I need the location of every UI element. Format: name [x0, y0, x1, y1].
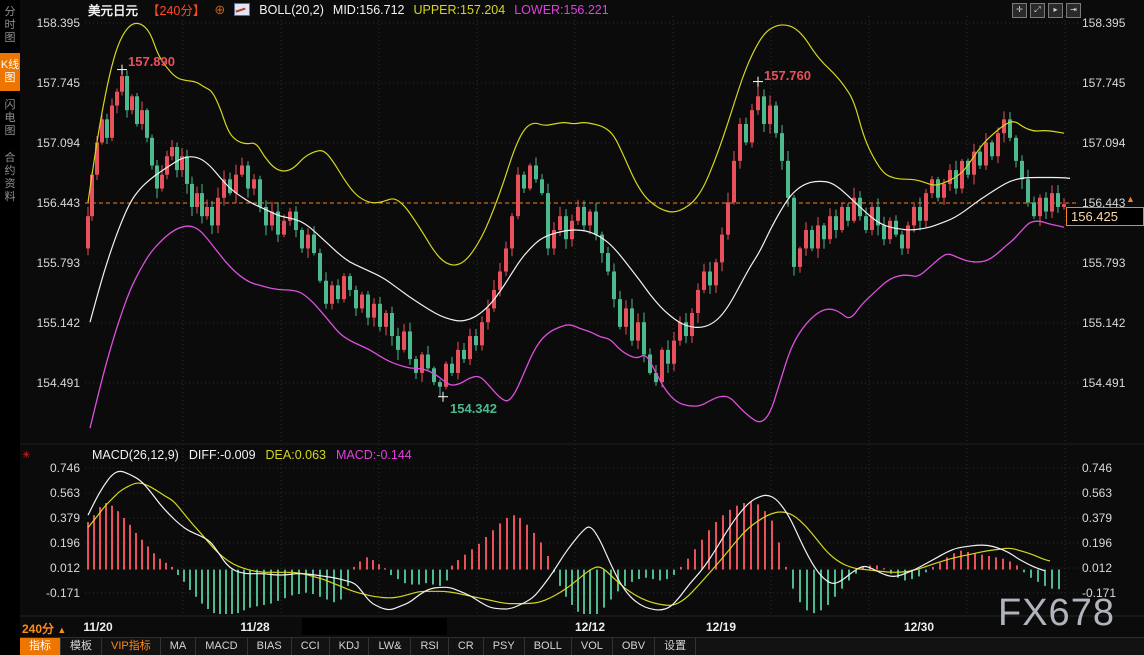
toolbar-button[interactable]: CCI: [292, 638, 330, 655]
macd-y-axis-label-right: 0.379: [1082, 511, 1112, 525]
x-axis-date-label: 12/19: [701, 620, 741, 634]
main-y-axis-label-left: 155.142: [26, 316, 80, 330]
toolbar-button[interactable]: RSI: [411, 638, 448, 655]
auto-shift-icon[interactable]: ▸: [1048, 3, 1063, 18]
bottom-toolbar: 指标模板VIP指标MAMACDBIASCCIKDJLW&RSICRPSYBOLL…: [20, 637, 1144, 655]
boll-upper-value: UPPER:157.204: [413, 3, 505, 17]
macd-dea-value: DEA:0.063: [266, 448, 326, 462]
main-y-axis-label-left: 157.094: [26, 136, 80, 150]
boll-mid-value: MID:156.712: [333, 3, 405, 17]
macd-header: MACD(26,12,9) DIFF:-0.009 DEA:0.063 MACD…: [92, 448, 412, 462]
main-y-axis-label-left: 154.491: [26, 376, 80, 390]
main-y-axis-label-right: 155.793: [1082, 256, 1125, 270]
macd-y-axis-label-right: 0.746: [1082, 461, 1112, 475]
toolbar-button[interactable]: MACD: [196, 638, 247, 655]
boll-label: BOLL(20,2): [259, 3, 324, 17]
chart-header: 美元日元 【240分】 ⊕ BOLL(20,2) MID:156.712 UPP…: [88, 2, 609, 17]
chart-canvas[interactable]: [0, 0, 1144, 655]
macd-y-axis-label-right: 0.196: [1082, 536, 1112, 550]
toolbar-button[interactable]: MA: [161, 638, 197, 655]
price-marker-icon: ▲: [1126, 194, 1135, 204]
boll-lower-value: LOWER:156.221: [514, 3, 609, 17]
macd-y-axis-label-left: -0.171: [26, 586, 80, 600]
x-axis-date-label: 12/30: [899, 620, 939, 634]
macd-y-axis-label-left: 0.746: [26, 461, 80, 475]
main-y-axis-label-right: 157.745: [1082, 76, 1125, 90]
add-indicator-icon[interactable]: ⊕: [214, 2, 225, 18]
macd-y-axis-label-left: 0.196: [26, 536, 80, 550]
go-latest-icon[interactable]: ⇥: [1066, 3, 1081, 18]
left-sidebar: 分时图K线图闪电图合约资料: [0, 0, 20, 655]
x-axis-date-label: 11/28: [235, 620, 275, 634]
price-annotation: 157.890: [128, 54, 175, 69]
toolbar-button[interactable]: KDJ: [330, 638, 370, 655]
toolbar-button[interactable]: CR: [449, 638, 484, 655]
toolbar-button[interactable]: VOL: [572, 638, 613, 655]
period-badge[interactable]: 【240分】: [147, 0, 205, 19]
main-y-axis-label-left: 155.793: [26, 256, 80, 270]
macd-y-axis-label-left: 0.012: [26, 561, 80, 575]
price-annotation: 154.342: [450, 401, 497, 416]
sidebar-item-active[interactable]: K线图: [0, 53, 20, 91]
toolbar-button[interactable]: OBV: [613, 638, 655, 655]
trading-app-window: 美元日元 【240分】 ⊕ BOLL(20,2) MID:156.712 UPP…: [0, 0, 1144, 655]
toolbar-button[interactable]: BIAS: [248, 638, 292, 655]
x-axis-date-label: 11/20: [78, 620, 118, 634]
main-y-axis-label-left: 157.745: [26, 76, 80, 90]
chart-type-icon[interactable]: [234, 3, 250, 16]
price-annotation: 157.760: [764, 68, 811, 83]
chart-tools: ✛⤢▸⇥: [1012, 3, 1081, 18]
sidebar-item-tab[interactable]: 闪电图: [0, 93, 20, 144]
macd-title: MACD(26,12,9): [92, 448, 179, 462]
macd-y-axis-label-left: 0.563: [26, 486, 80, 500]
toolbar-button[interactable]: VIP指标: [102, 638, 161, 655]
macd-y-axis-label-right: 0.012: [1082, 561, 1112, 575]
main-y-axis-label-right: 158.395: [1082, 16, 1125, 30]
period-selector[interactable]: 240分 ▲: [22, 620, 66, 637]
redacted-box: [302, 618, 447, 635]
alarm-icon[interactable]: ✳: [22, 450, 30, 461]
main-y-axis-label-left: 156.443: [26, 196, 80, 210]
toolbar-button[interactable]: 指标: [20, 638, 61, 655]
last-price-box: 156.425: [1066, 207, 1144, 226]
main-y-axis-label-right: 155.142: [1082, 316, 1125, 330]
sidebar-item-tab[interactable]: 合约资料: [0, 146, 20, 210]
macd-y-axis-label-left: 0.379: [26, 511, 80, 525]
main-y-axis-label-left: 158.395: [26, 16, 80, 30]
main-y-axis-label-right: 154.491: [1082, 376, 1125, 390]
toolbar-button[interactable]: LW&: [369, 638, 411, 655]
macd-y-axis-label-right: 0.563: [1082, 486, 1112, 500]
sidebar-item-tab[interactable]: 分时图: [0, 0, 20, 51]
macd-diff-value: DIFF:-0.009: [189, 448, 256, 462]
toolbar-button[interactable]: PSY: [484, 638, 525, 655]
macd-macd-value: MACD:-0.144: [336, 448, 412, 462]
toolbar-button[interactable]: 模板: [61, 638, 102, 655]
x-axis-date-label: 12/12: [570, 620, 610, 634]
toolbar-button[interactable]: BOLL: [525, 638, 572, 655]
scale-x-axis-icon[interactable]: ⤢: [1030, 3, 1045, 18]
watermark: FX678: [998, 592, 1115, 635]
symbol-title: 美元日元: [88, 0, 138, 19]
toolbar-button[interactable]: 设置: [655, 638, 696, 655]
fit-chart-icon[interactable]: ✛: [1012, 3, 1027, 18]
main-y-axis-label-right: 157.094: [1082, 136, 1125, 150]
